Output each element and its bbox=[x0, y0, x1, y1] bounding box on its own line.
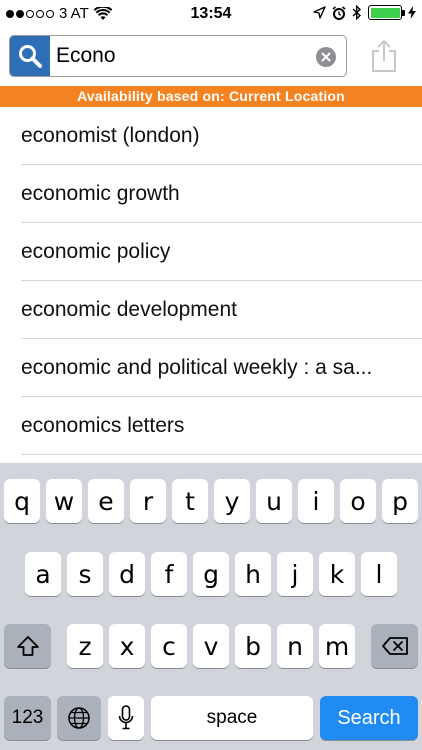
suggestion-item[interactable]: economic development bbox=[21, 281, 422, 339]
search-input[interactable] bbox=[56, 36, 306, 76]
search-field-container[interactable] bbox=[9, 35, 347, 77]
key-o[interactable]: o bbox=[340, 479, 376, 523]
key-e[interactable]: e bbox=[88, 479, 124, 523]
key-y[interactable]: y bbox=[214, 479, 250, 523]
microphone-icon bbox=[118, 705, 134, 730]
suggestion-item[interactable]: economic and political weekly : a sa... bbox=[21, 339, 422, 397]
key-z[interactable]: z bbox=[67, 624, 103, 668]
key-u[interactable]: u bbox=[256, 479, 292, 523]
availability-banner: Availability based on: Current Location bbox=[0, 86, 422, 107]
key-q[interactable]: q bbox=[4, 479, 40, 523]
suggestion-item[interactable]: economic growth bbox=[21, 165, 422, 223]
key-n[interactable]: n bbox=[277, 624, 313, 668]
keyboard: q w e r t y u i o p a s d f g h j k l z … bbox=[0, 463, 422, 750]
share-button[interactable] bbox=[364, 36, 404, 76]
key-x[interactable]: x bbox=[109, 624, 145, 668]
shift-icon bbox=[16, 636, 39, 656]
key-p[interactable]: p bbox=[382, 479, 418, 523]
suggestion-item[interactable]: economic policy bbox=[21, 223, 422, 281]
key-b[interactable]: b bbox=[235, 624, 271, 668]
status-right bbox=[313, 5, 416, 20]
suggestion-item[interactable]: economics letters bbox=[21, 397, 422, 455]
search-bar bbox=[0, 30, 422, 86]
search-key[interactable]: Search bbox=[320, 696, 418, 740]
clear-icon[interactable] bbox=[316, 47, 336, 67]
alarm-icon bbox=[332, 5, 346, 20]
key-j[interactable]: j bbox=[277, 552, 313, 596]
globe-icon bbox=[68, 707, 90, 729]
suggestion-item[interactable]: economist (london) bbox=[21, 107, 422, 165]
status-bar: 3 AT 13:54 bbox=[0, 0, 422, 30]
backspace-icon bbox=[381, 637, 408, 655]
key-m[interactable]: m bbox=[319, 624, 355, 668]
key-t[interactable]: t bbox=[172, 479, 208, 523]
key-v[interactable]: v bbox=[193, 624, 229, 668]
key-s[interactable]: s bbox=[67, 552, 103, 596]
key-k[interactable]: k bbox=[319, 552, 355, 596]
shift-key[interactable] bbox=[4, 624, 51, 668]
key-w[interactable]: w bbox=[46, 479, 82, 523]
key-a[interactable]: a bbox=[25, 552, 61, 596]
key-i[interactable]: i bbox=[298, 479, 334, 523]
dictation-key[interactable] bbox=[108, 696, 144, 740]
backspace-key[interactable] bbox=[371, 624, 418, 668]
bluetooth-icon bbox=[352, 5, 362, 20]
globe-key[interactable] bbox=[57, 696, 101, 740]
charging-bolt-icon bbox=[408, 6, 416, 19]
suggestion-list: economist (london) economic growth econo… bbox=[0, 107, 422, 455]
share-icon[interactable] bbox=[370, 39, 398, 73]
key-g[interactable]: g bbox=[193, 552, 229, 596]
key-c[interactable]: c bbox=[151, 624, 187, 668]
battery-icon bbox=[368, 5, 405, 20]
space-key[interactable]: space bbox=[151, 696, 313, 740]
key-l[interactable]: l bbox=[361, 552, 397, 596]
key-r[interactable]: r bbox=[130, 479, 166, 523]
key-f[interactable]: f bbox=[151, 552, 187, 596]
key-h[interactable]: h bbox=[235, 552, 271, 596]
numbers-key[interactable]: 123 bbox=[4, 696, 51, 740]
search-icon[interactable] bbox=[10, 36, 50, 76]
key-d[interactable]: d bbox=[109, 552, 145, 596]
location-arrow-icon bbox=[313, 6, 326, 19]
